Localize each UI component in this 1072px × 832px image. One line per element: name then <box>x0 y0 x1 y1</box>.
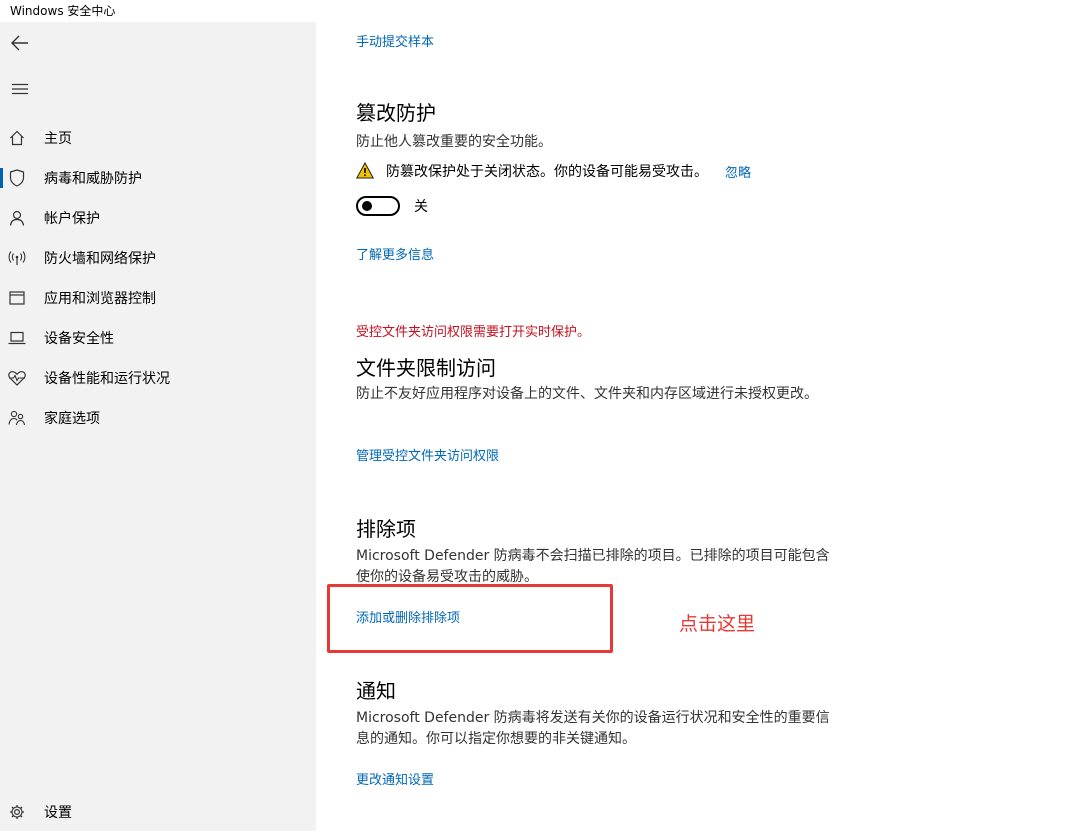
title-bar: Windows 安全中心 <box>0 0 1072 22</box>
sidebar-item-label: 设置 <box>44 805 72 821</box>
wireless-icon <box>8 249 26 267</box>
home-icon <box>8 129 26 147</box>
exclusions-description: Microsoft Defender 防病毒不会扫描已排除的项目。已排除的项目可… <box>356 548 830 585</box>
sidebar-item-label: 病毒和威胁防护 <box>44 171 142 187</box>
manage-folder-access-link[interactable]: 管理受控文件夹访问权限 <box>356 445 499 464</box>
ignore-link[interactable]: 忽略 <box>725 162 751 181</box>
highlight-box <box>327 584 613 653</box>
sidebar-item-device-performance[interactable]: 设备性能和运行状况 <box>0 358 316 398</box>
sidebar-item-settings[interactable]: 设置 <box>0 792 316 832</box>
submit-sample-link[interactable]: 手动提交样本 <box>356 31 434 50</box>
sidebar-item-label: 帐户保护 <box>44 211 100 227</box>
sidebar-item-label: 设备安全性 <box>44 331 114 347</box>
tamper-warning-text: 防篡改保护处于关闭状态。你的设备可能易受攻击。 <box>386 164 708 180</box>
warning-icon <box>355 161 375 180</box>
person-icon <box>8 209 26 227</box>
tamper-toggle-row: 关 <box>356 196 428 216</box>
toggle-state-label: 关 <box>414 199 428 215</box>
controlled-folder-notice: 受控文件夹访问权限需要打开实时保护。 <box>356 325 591 340</box>
sidebar: 主页 病毒和威胁防护 帐户保护 防火墙和网络保护 应用和浏览器控制 设备安全性 <box>0 22 316 831</box>
notifications-title: 通知 <box>356 679 396 703</box>
laptop-icon <box>8 329 26 347</box>
back-arrow-icon <box>11 35 29 55</box>
shield-icon <box>8 169 26 187</box>
tamper-protection-description: 防止他人篡改重要的安全功能。 <box>356 134 552 150</box>
sidebar-item-family-options[interactable]: 家庭选项 <box>0 398 316 438</box>
family-icon <box>8 409 26 427</box>
sidebar-item-device-security[interactable]: 设备安全性 <box>0 318 316 358</box>
folder-access-description: 防止不友好应用程序对设备上的文件、文件夹和内存区域进行未授权更改。 <box>356 386 818 402</box>
exclusions-title: 排除项 <box>356 517 416 541</box>
heart-pulse-icon <box>8 369 26 387</box>
change-notification-settings-link[interactable]: 更改通知设置 <box>356 769 434 788</box>
back-button[interactable] <box>0 25 40 65</box>
learn-more-link[interactable]: 了解更多信息 <box>356 244 434 263</box>
sidebar-item-virus-protection[interactable]: 病毒和威胁防护 <box>0 158 316 198</box>
notifications-description: Microsoft Defender 防病毒将发送有关你的设备运行状况和安全性的… <box>356 710 830 747</box>
app-window-icon <box>8 289 26 307</box>
toggle-knob <box>362 201 372 211</box>
sidebar-item-label: 防火墙和网络保护 <box>44 251 156 267</box>
gear-icon <box>8 803 26 821</box>
sidebar-item-firewall[interactable]: 防火墙和网络保护 <box>0 238 316 278</box>
tamper-protection-title: 篡改防护 <box>356 101 436 125</box>
sidebar-item-home[interactable]: 主页 <box>0 118 316 158</box>
hamburger-menu-button[interactable] <box>0 69 40 109</box>
sidebar-item-label: 主页 <box>44 131 72 147</box>
sidebar-item-account-protection[interactable]: 帐户保护 <box>0 198 316 238</box>
folder-access-title: 文件夹限制访问 <box>356 356 496 380</box>
tamper-protection-toggle[interactable] <box>356 196 400 216</box>
sidebar-item-app-browser-control[interactable]: 应用和浏览器控制 <box>0 278 316 318</box>
tamper-warning: 防篡改保护处于关闭状态。你的设备可能易受攻击。 忽略 <box>355 161 751 181</box>
hamburger-icon <box>12 80 28 99</box>
sidebar-item-label: 设备性能和运行状况 <box>44 371 170 387</box>
main-content: 手动提交样本 篡改防护 防止他人篡改重要的安全功能。 防篡改保护处于关闭状态。你… <box>316 22 1072 831</box>
sidebar-item-label: 家庭选项 <box>44 411 100 427</box>
window-title: Windows 安全中心 <box>10 4 116 18</box>
sidebar-item-label: 应用和浏览器控制 <box>44 291 156 307</box>
click-here-annotation: 点击这里 <box>679 613 756 635</box>
